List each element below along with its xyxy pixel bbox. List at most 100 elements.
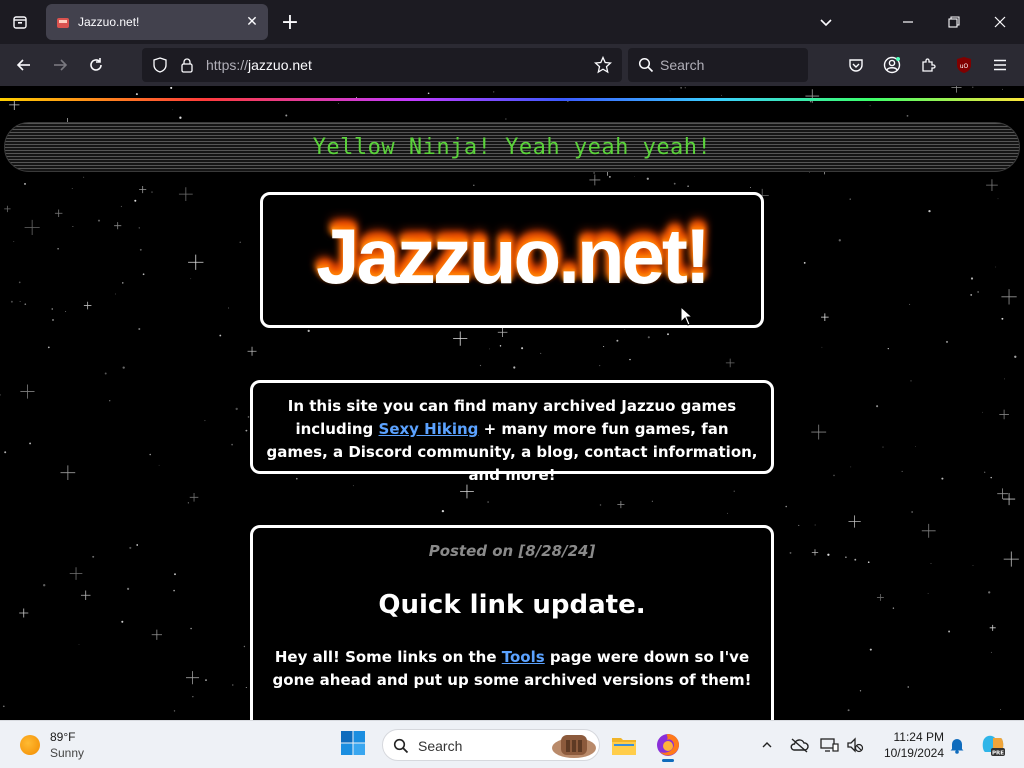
bookmark-star-icon[interactable]: [593, 55, 613, 78]
star-sparkle: [54, 209, 63, 218]
star-dot: [847, 709, 850, 712]
star-dot: [205, 679, 207, 681]
tab-close-icon[interactable]: ✕: [240, 10, 264, 34]
notification-bell-icon[interactable]: [946, 734, 968, 756]
firefox-taskbar-icon[interactable]: [652, 729, 684, 762]
reload-icon[interactable]: [80, 49, 112, 81]
star-sparkle: [811, 549, 819, 556]
network-icon[interactable]: [818, 734, 840, 756]
star-dot: [243, 645, 246, 648]
star-dot: [927, 593, 929, 595]
forward-arrow-icon[interactable]: [44, 49, 76, 81]
star-dot: [798, 524, 800, 526]
star-dot: [749, 187, 751, 189]
star-sparkle: [24, 219, 40, 236]
tab-overflow-chevron-icon[interactable]: [810, 6, 842, 38]
address-bar[interactable]: https://jazzuo.net: [142, 48, 622, 82]
star-dot: [999, 709, 1002, 711]
star-dot: [204, 420, 206, 422]
star-dot: [134, 199, 137, 202]
tools-link[interactable]: Tools: [502, 648, 545, 666]
star-dot: [809, 172, 810, 174]
windows-start-icon[interactable]: [340, 730, 370, 760]
pocket-icon[interactable]: [840, 49, 872, 81]
system-clock[interactable]: 11:24 PM 10/19/2024: [872, 729, 944, 761]
back-arrow-icon[interactable]: [8, 49, 40, 81]
tab-list-icon[interactable]: [6, 8, 34, 36]
star-dot: [92, 555, 95, 558]
menu-hamburger-icon[interactable]: [984, 49, 1016, 81]
star-dot: [850, 466, 852, 468]
taskbar-search[interactable]: Search: [382, 729, 600, 761]
star-dot: [906, 115, 909, 117]
star-dot: [901, 470, 903, 472]
star-sparkle: [1002, 492, 1016, 506]
star-sparkle: [848, 515, 861, 528]
clock-time: 11:24 PM: [893, 730, 944, 744]
star-dot: [869, 105, 871, 107]
site-favicon-icon: [56, 15, 70, 29]
close-window-button[interactable]: [984, 6, 1016, 38]
star-dot: [669, 90, 671, 92]
tray-overflow-chevron-icon[interactable]: [756, 734, 778, 756]
sexy-hiking-link[interactable]: Sexy Hiking: [379, 420, 479, 438]
onedrive-offline-icon[interactable]: [788, 734, 810, 756]
screen: Jazzuo.net! ✕ + https://jazzuo.net Searc…: [0, 0, 1024, 768]
star-dot: [667, 333, 669, 336]
account-icon[interactable]: [876, 49, 908, 81]
star-dot: [151, 191, 153, 193]
star-dot: [51, 308, 53, 310]
taskbar: 89°F Sunny Search 11:24 PM 10/19/2024 PR…: [0, 720, 1024, 768]
svg-text:uO: uO: [960, 63, 969, 70]
star-dot: [928, 209, 931, 213]
copilot-icon[interactable]: PRE: [980, 734, 1006, 756]
tracking-protection-shield-icon[interactable]: [152, 57, 168, 77]
active-tab[interactable]: Jazzuo.net! ✕: [46, 4, 268, 40]
lock-icon[interactable]: [180, 57, 194, 77]
star-dot: [139, 248, 142, 251]
weather-temperature: 89°F: [50, 730, 76, 744]
star-dot: [803, 262, 806, 264]
star-dot: [172, 109, 174, 111]
star-dot: [859, 690, 862, 692]
star-sparkle: [69, 567, 83, 580]
star-sparkle: [725, 358, 735, 368]
weather-widget[interactable]: 89°F Sunny: [18, 728, 138, 762]
star-dot: [479, 364, 482, 367]
minimize-button[interactable]: [892, 6, 924, 38]
star-dot: [187, 502, 189, 504]
tab-title: Jazzuo.net!: [78, 15, 140, 29]
star-dot: [910, 380, 912, 382]
star-dot: [972, 565, 974, 566]
restore-button[interactable]: [938, 6, 970, 38]
star-dot: [599, 365, 601, 367]
star-dot: [173, 710, 176, 712]
svg-text:PRE: PRE: [992, 751, 1004, 757]
extensions-puzzle-icon[interactable]: [912, 49, 944, 81]
star-dot: [2, 705, 5, 708]
star-dot: [18, 281, 21, 284]
star-sparkle: [997, 488, 1008, 500]
star-dot: [57, 248, 59, 250]
volume-muted-icon[interactable]: [844, 734, 866, 756]
ublock-origin-icon[interactable]: uO: [948, 49, 980, 81]
star-dot: [170, 86, 173, 89]
star-dot: [4, 451, 7, 454]
weather-condition: Sunny: [50, 746, 85, 760]
file-explorer-icon[interactable]: [608, 729, 640, 761]
star-dot: [634, 176, 635, 177]
search-bar[interactable]: Search: [628, 48, 808, 82]
star-sparkle: [921, 523, 936, 538]
search-highlight-image-icon: [551, 732, 597, 762]
star-sparkle: [589, 174, 601, 186]
star-dot: [821, 346, 823, 348]
navigation-toolbar: https://jazzuo.net Search uO: [0, 44, 1024, 86]
star-dot: [727, 512, 728, 514]
star-dot: [1001, 317, 1004, 320]
star-dot: [941, 477, 944, 480]
star-dot: [19, 301, 21, 302]
star-sparkle: [20, 384, 35, 399]
star-dot: [970, 277, 974, 280]
new-tab-button[interactable]: +: [276, 8, 304, 36]
star-dot: [179, 116, 182, 119]
